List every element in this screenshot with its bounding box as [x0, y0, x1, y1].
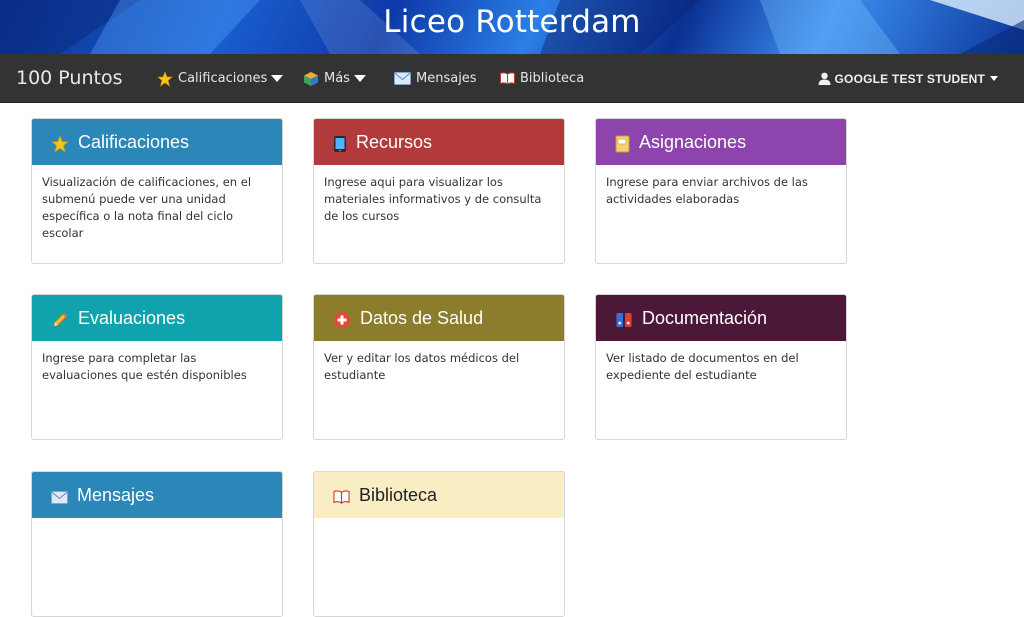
card-description: Ingrese aqui para visualizar los materia…: [324, 175, 542, 223]
nav-biblioteca-label: Biblioteca: [520, 71, 585, 86]
card-mensajes[interactable]: Mensajes: [31, 471, 283, 617]
card-title: Datos de Salud: [360, 307, 484, 328]
book-icon: [500, 72, 515, 85]
user-icon: [818, 72, 831, 85]
star-icon: [51, 135, 69, 153]
card-title: Documentación: [642, 307, 768, 328]
nav-mensajes[interactable]: Mensajes: [394, 54, 477, 103]
user-name: GOOGLE TEST STUDENT: [834, 71, 985, 86]
envelope-icon: [394, 72, 411, 85]
card-description: Ver listado de documentos en del expedie…: [606, 351, 799, 382]
nav-calificaciones-label: Calificaciones: [178, 71, 268, 86]
pencil-icon: [51, 311, 69, 329]
card-header: Asignaciones: [596, 119, 846, 165]
card-description: Visualización de calificaciones, en el s…: [42, 175, 252, 240]
card-description: Ver y editar los datos médicos del estud…: [324, 351, 520, 382]
card-header: Datos de Salud: [314, 295, 564, 341]
book-icon: [333, 490, 350, 504]
card-header: Calificaciones: [32, 119, 282, 165]
card-asignaciones[interactable]: Asignaciones Ingrese para enviar archivo…: [595, 118, 847, 264]
nav-mas-label: Más: [324, 71, 350, 86]
card-title: Mensajes: [77, 484, 155, 505]
card-recursos[interactable]: Recursos Ingrese aqui para visualizar lo…: [313, 118, 565, 264]
card-header: Evaluaciones: [32, 295, 282, 341]
nav-mensajes-label: Mensajes: [416, 71, 477, 86]
cube-icon: [303, 71, 319, 87]
card-title: Recursos: [356, 131, 433, 152]
star-icon: [157, 70, 173, 87]
first-aid-icon: [333, 311, 351, 329]
card-documentacion[interactable]: Documentación Ver listado de documentos …: [595, 294, 847, 440]
tablet-icon: [333, 135, 347, 153]
card-calificaciones[interactable]: Calificaciones Visualización de califica…: [31, 118, 283, 264]
card-title: Biblioteca: [359, 484, 438, 505]
card-header: Biblioteca: [314, 472, 564, 518]
card-evaluaciones[interactable]: Evaluaciones Ingrese para completar las …: [31, 294, 283, 440]
nav-biblioteca[interactable]: Biblioteca: [500, 54, 584, 103]
nav-calificaciones[interactable]: Calificaciones: [157, 54, 284, 103]
card-biblioteca[interactable]: Biblioteca: [313, 471, 565, 617]
banner: Liceo Rotterdam: [0, 0, 1024, 54]
card-datos-de-salud[interactable]: Datos de Salud Ver y editar los datos mé…: [313, 294, 565, 440]
chevron-down-icon: [353, 75, 366, 82]
site-title: Liceo Rotterdam: [383, 4, 641, 40]
card-description: Ingrese para enviar archivos de las acti…: [606, 175, 808, 206]
card-title: Evaluaciones: [78, 307, 186, 328]
nav-mas[interactable]: Más: [303, 54, 366, 103]
chevron-down-icon: [990, 76, 998, 81]
card-title: Calificaciones: [78, 131, 190, 152]
card-header: Mensajes: [32, 472, 282, 518]
navbar: 100 Puntos Calificaciones Más Mensajes B…: [0, 54, 1024, 103]
binders-icon: [615, 311, 633, 329]
user-menu[interactable]: GOOGLE TEST STUDENT: [818, 54, 998, 103]
chevron-down-icon: [271, 75, 284, 82]
notebook-icon: [615, 135, 630, 153]
brand-link[interactable]: 100 Puntos: [16, 54, 123, 103]
card-header: Recursos: [314, 119, 564, 165]
card-header: Documentación: [596, 295, 846, 341]
card-description: Ingrese para completar las evaluaciones …: [42, 351, 247, 382]
card-title: Asignaciones: [639, 131, 747, 152]
envelope-icon: [51, 490, 68, 504]
